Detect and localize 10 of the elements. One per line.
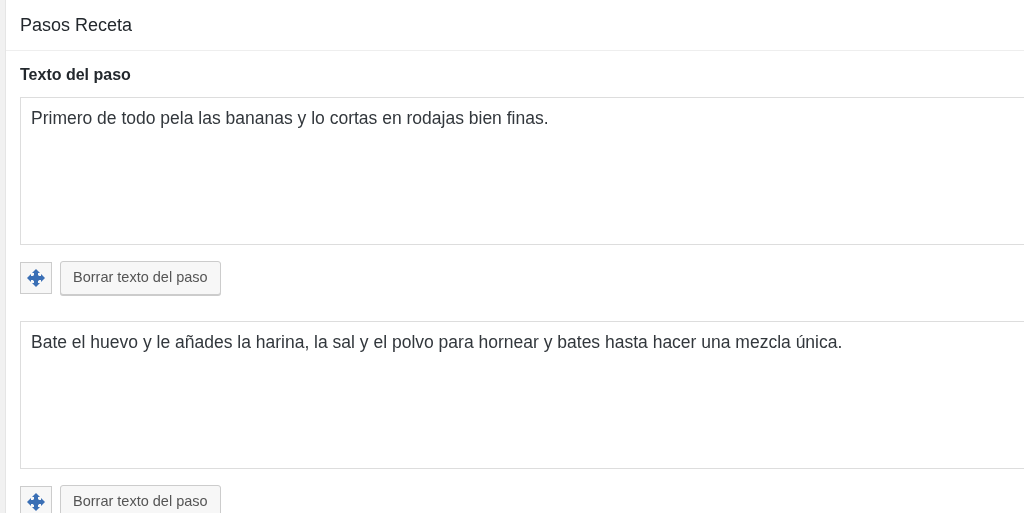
delete-step-button[interactable]: Borrar texto del paso <box>60 485 221 513</box>
step-text-field[interactable]: Bate el huevo y le añades la harina, la sal y el polvo para hornear y bates hasta hacer una mezcla única. <box>20 321 1024 469</box>
delete-step-button[interactable]: Borrar texto del paso <box>60 261 221 295</box>
drag-handle[interactable] <box>20 486 52 513</box>
drag-handle[interactable] <box>20 262 52 294</box>
move-icon <box>26 492 46 512</box>
field-label: Texto del paso <box>20 65 132 85</box>
panel-title: Pasos Receta <box>20 13 133 37</box>
step-text-field[interactable]: Primero de todo pela las bananas y lo cortas en rodajas bien finas. <box>20 97 1024 245</box>
move-icon <box>26 268 46 288</box>
